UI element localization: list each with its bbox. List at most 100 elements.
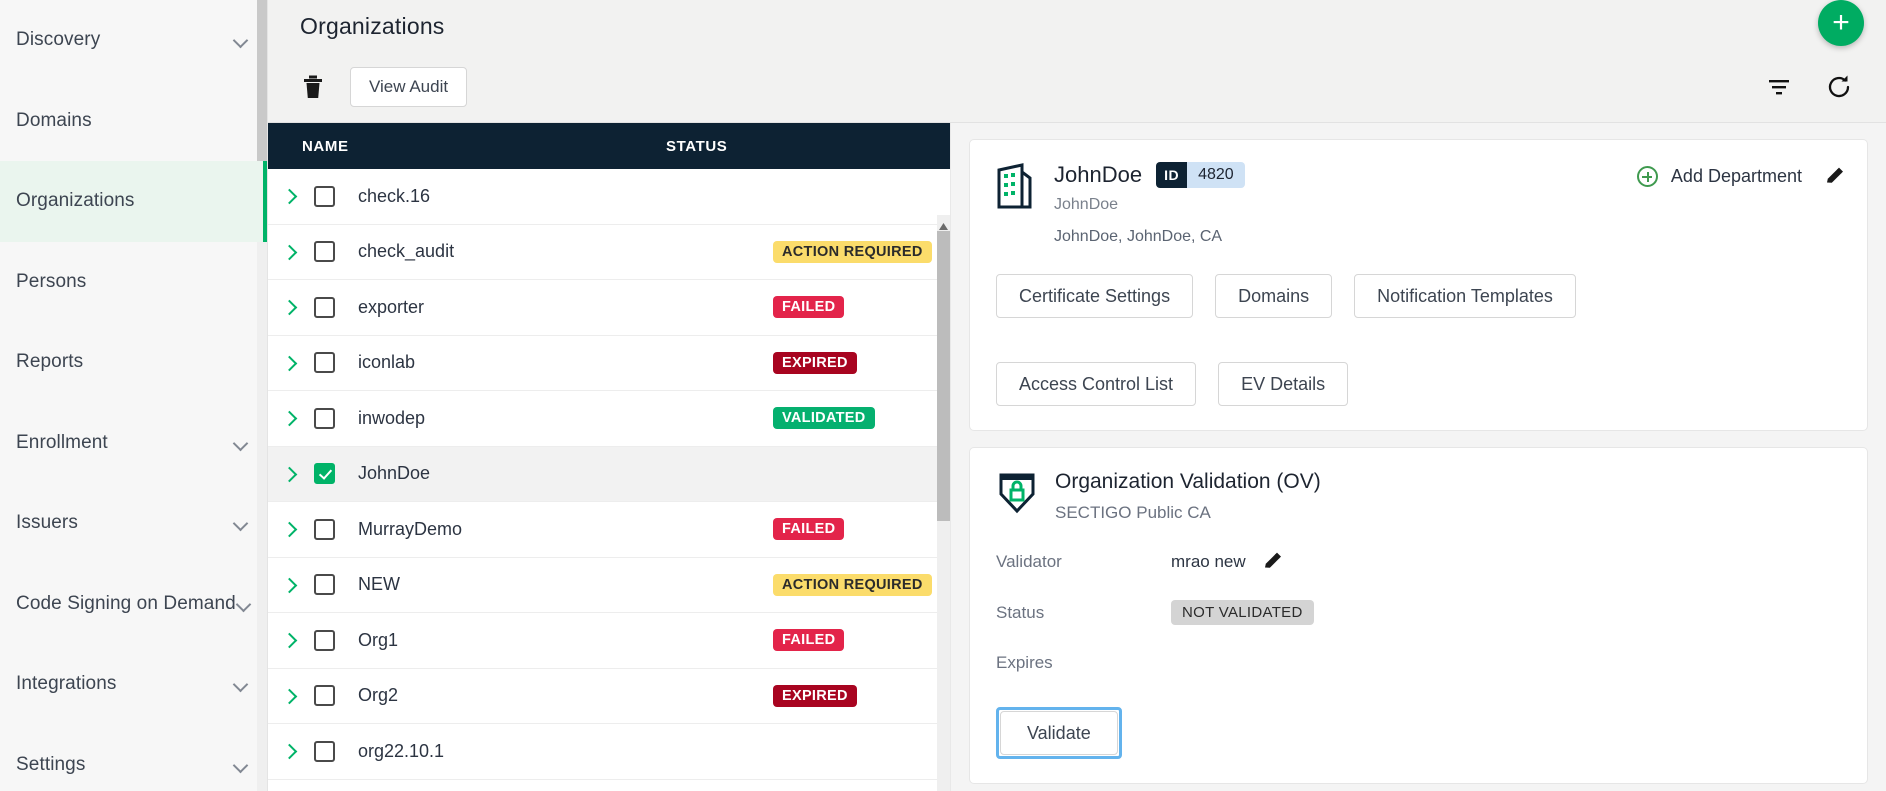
table-row[interactable]: NEW ACTION REQUIRED xyxy=(268,558,950,613)
table-body: check.16 check_audit ACTION REQUIRED export… xyxy=(268,169,950,791)
validation-field-row: Validator mrao new xyxy=(996,551,1841,572)
chevron-right-icon[interactable] xyxy=(282,300,296,314)
chevron-right-icon[interactable] xyxy=(282,245,296,259)
chevron-right-icon[interactable] xyxy=(282,689,296,703)
table-header: NAME STATUS xyxy=(268,123,950,169)
column-header-status: STATUS xyxy=(666,137,728,155)
validation-field-value: mrao new xyxy=(1171,551,1246,571)
access-control-list-button[interactable]: Access Control List xyxy=(996,362,1197,406)
status-badge: ACTION REQUIRED xyxy=(773,573,932,596)
building-icon xyxy=(996,162,1038,210)
add-organization-fab[interactable]: + xyxy=(1818,0,1864,46)
validation-field-label: Status xyxy=(996,602,1045,622)
sidebar-item-enrollment[interactable]: Enrollment xyxy=(0,403,267,484)
validation-field-row: Expires xyxy=(996,653,1841,673)
sidebar-item-code-signing-on-demand[interactable]: Code Signing on Demand xyxy=(0,564,267,645)
domains-button[interactable]: Domains xyxy=(1215,274,1333,318)
refresh-icon[interactable] xyxy=(1826,74,1852,100)
sidebar-item-organizations[interactable]: Organizations xyxy=(0,161,267,242)
table-row[interactable]: check.16 xyxy=(268,169,950,225)
row-checkbox[interactable] xyxy=(314,463,335,485)
detail-panel: JohnDoe ID 4820 JohnDoe JohnDoe, JohnDoe… xyxy=(951,123,1886,791)
top-bar: Organizations View Audit + xyxy=(268,0,1886,123)
chevron-down-icon xyxy=(236,596,252,612)
plus-circle-icon xyxy=(1636,166,1658,187)
validation-field-label: Expires xyxy=(996,653,1053,672)
table-row[interactable]: Org1 FAILED xyxy=(268,613,950,669)
organization-validation-card: Organization Validation (OV) SECTIGO Pub… xyxy=(969,447,1868,784)
edit-validator-pencil-icon[interactable] xyxy=(1262,551,1283,572)
table-row[interactable]: JohnDoe xyxy=(268,446,950,502)
table-row[interactable]: org22.10.1 xyxy=(268,724,950,780)
status-badge: FAILED xyxy=(773,629,845,652)
id-badge-value: 4820 xyxy=(1187,162,1245,188)
chevron-down-icon xyxy=(233,676,249,692)
table-row[interactable]: check_audit ACTION REQUIRED xyxy=(268,225,950,280)
chevron-right-icon[interactable] xyxy=(282,411,296,425)
row-name: Org2 xyxy=(358,685,399,706)
table-scroll-up-arrow[interactable] xyxy=(938,218,949,230)
row-checkbox[interactable] xyxy=(314,740,335,762)
row-checkbox[interactable] xyxy=(314,185,335,207)
sidebar: Discovery Domains Organizations Persons Repo… xyxy=(0,0,268,791)
chevron-down-icon xyxy=(233,757,249,773)
chevron-right-icon[interactable] xyxy=(282,744,296,758)
sidebar-item-domains[interactable]: Domains xyxy=(0,81,267,162)
view-audit-button[interactable]: View Audit xyxy=(350,67,468,107)
chevron-right-icon[interactable] xyxy=(282,578,296,592)
shield-lock-icon xyxy=(996,470,1038,516)
chevron-right-icon[interactable] xyxy=(282,633,296,647)
validate-button[interactable]: Validate xyxy=(1000,711,1118,755)
chevron-right-icon[interactable] xyxy=(282,356,296,370)
edit-organization-pencil-icon[interactable] xyxy=(1824,166,1845,187)
chevron-down-icon xyxy=(233,435,249,451)
row-checkbox[interactable] xyxy=(314,352,335,374)
sidebar-item-label: Integrations xyxy=(16,673,117,695)
row-checkbox[interactable] xyxy=(314,296,335,318)
row-checkbox[interactable] xyxy=(314,685,335,707)
sidebar-item-persons[interactable]: Persons xyxy=(0,242,267,323)
sidebar-item-reports[interactable]: Reports xyxy=(0,322,267,403)
table-row[interactable]: inwodep VALIDATED xyxy=(268,391,950,447)
table-row[interactable]: exporter FAILED xyxy=(268,280,950,336)
sidebar-item-integrations[interactable]: Integrations xyxy=(0,644,267,725)
sidebar-item-label: Issuers xyxy=(16,512,78,534)
chevron-right-icon[interactable] xyxy=(282,467,296,481)
status-badge: EXPIRED xyxy=(773,684,857,707)
content-split: NAME STATUS check.16 check_audit ACTION RE… xyxy=(268,123,1886,791)
table-row[interactable]: MurrayDemo FAILED xyxy=(268,502,950,558)
trash-icon[interactable] xyxy=(300,72,326,102)
row-checkbox[interactable] xyxy=(314,407,335,429)
notification-templates-button[interactable]: Notification Templates xyxy=(1354,274,1576,318)
id-badge-key: ID xyxy=(1156,162,1188,188)
sidebar-item-issuers[interactable]: Issuers xyxy=(0,483,267,564)
toolbar: View Audit xyxy=(300,67,468,107)
ev-details-button[interactable]: EV Details xyxy=(1218,362,1349,406)
row-checkbox[interactable] xyxy=(314,518,335,540)
validation-fields: Validator mrao new Status NOT VALIDATED Expi… xyxy=(996,551,1841,673)
sidebar-item-discovery[interactable]: Discovery xyxy=(0,0,267,81)
validation-status-chip: NOT VALIDATED xyxy=(1171,600,1314,625)
row-checkbox[interactable] xyxy=(314,574,335,596)
chevron-right-icon[interactable] xyxy=(282,522,296,536)
row-name: NEW xyxy=(358,574,400,595)
chevron-down-icon xyxy=(233,515,249,531)
filter-icon[interactable] xyxy=(1766,74,1792,100)
status-badge: VALIDATED xyxy=(773,407,875,430)
table-row[interactable]: iconlab EXPIRED xyxy=(268,336,950,391)
validation-field-label: Validator xyxy=(996,551,1062,571)
chevron-down-icon xyxy=(233,32,249,48)
row-name: MurrayDemo xyxy=(358,518,463,539)
table-row[interactable]: Org2 EXPIRED xyxy=(268,669,950,724)
row-checkbox[interactable] xyxy=(314,241,335,263)
certificate-settings-button[interactable]: Certificate Settings xyxy=(996,274,1194,318)
page-title: Organizations xyxy=(300,13,445,39)
add-department-button[interactable]: Add Department xyxy=(1636,166,1802,187)
sidebar-item-label: Discovery xyxy=(16,29,101,51)
sidebar-item-label: Settings xyxy=(16,753,86,775)
validation-header: Organization Validation (OV) SECTIGO Pub… xyxy=(996,470,1841,523)
table-scrollbar-thumb[interactable] xyxy=(937,231,950,521)
chevron-right-icon[interactable] xyxy=(282,189,296,203)
sidebar-item-settings[interactable]: Settings xyxy=(0,725,267,791)
row-checkbox[interactable] xyxy=(314,629,335,651)
